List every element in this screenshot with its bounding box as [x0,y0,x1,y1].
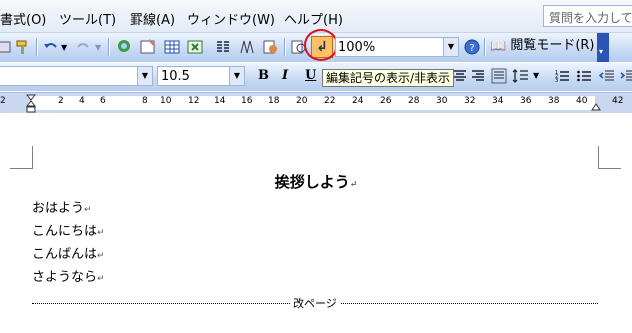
bold-button[interactable]: B [258,68,269,83]
ruler-number: 38 [548,96,560,106]
ruler-number: 2 [58,96,64,106]
hyperlink-icon[interactable] [116,38,134,56]
print-preview-icon[interactable] [0,38,14,56]
menu-tools[interactable]: ツール(T) [59,9,116,28]
undo-dropdown-arrow-icon[interactable]: ▼ [61,43,67,52]
document-line: こんにちは↵ [32,220,105,239]
document-line-text: こんにちは [32,224,98,239]
font-size-value: 10.5 [161,69,190,84]
highlight-circle [304,29,338,61]
menu-window[interactable]: ウィンドウ(W) [187,9,275,28]
ruler-number: 16 [241,96,253,106]
ruler-number: 22 [324,96,336,106]
ruler-number: 4 [79,96,85,106]
drawing-icon[interactable] [238,38,256,56]
ruler-number: 32 [464,96,476,106]
help-icon[interactable]: ? [463,38,481,56]
document-title-text: 挨拶しよう [274,173,350,191]
italic-button[interactable]: I [282,68,288,83]
separator [108,38,110,56]
undo-icon[interactable] [42,38,60,56]
paragraph-mark: ↵ [97,228,105,238]
ruler-text-area [31,96,595,110]
align-center-icon[interactable] [452,68,468,84]
document-map-icon[interactable] [261,38,279,56]
document-line: おはよう↵ [32,197,92,216]
separator [484,38,486,56]
ruler-number: 20 [296,96,308,106]
indent-marker-icon[interactable] [26,94,36,113]
ruler-number: 26 [380,96,392,106]
crop-mark-right [598,146,621,169]
zoom-value: 100% [338,40,376,55]
ruler-number: 6 [100,96,106,106]
format-painter-icon[interactable] [14,38,32,56]
paragraph-mark: ↵ [84,205,92,215]
chevron-down-icon[interactable]: ▼ [137,67,152,85]
font-name-select[interactable]: ▼ [0,66,153,86]
document-title: 挨拶しよう↵ [0,171,632,192]
line-spacing-icon[interactable] [512,68,530,84]
paragraph-mark: ↵ [97,274,105,284]
redo-icon[interactable] [74,38,92,56]
ruler-number: 8 [142,96,148,106]
ruler-number: 40 [576,96,588,106]
paragraph-mark: ↵ [349,180,358,190]
chevron-down-icon: ▾ [599,47,604,56]
justify-icon[interactable] [491,68,507,84]
align-right-icon[interactable] [470,68,486,84]
horizontal-ruler[interactable]: 2 2 4 6 8 10 12 14 16 18 20 22 24 26 28 … [0,92,632,114]
document-line: さようなら↵ [32,266,105,285]
redo-dropdown-arrow-icon[interactable]: ▼ [95,43,101,52]
book-icon: 📖 [490,39,507,54]
ruler-number: 12 [188,96,200,106]
chevron-down-icon[interactable]: ▼ [443,38,458,56]
font-size-select[interactable]: 10.5 ▼ [157,66,245,86]
ruler-number: 34 [492,96,504,106]
tables-borders-icon[interactable] [139,38,157,56]
bullets-icon[interactable] [576,68,592,84]
ruler-number: 28 [408,96,420,106]
page-break-label: 改ページ [290,295,340,311]
right-indent-marker-icon[interactable] [591,101,601,111]
ruler-number: 30 [436,96,448,106]
ruler-number: 18 [268,96,280,106]
chevron-down-icon[interactable]: ▼ [229,67,244,85]
ruler-number: 14 [214,96,226,106]
toolbar-options-button[interactable]: ▾ [597,33,609,62]
separator [36,38,38,56]
ruler-number: 10 [160,96,172,106]
underline-button[interactable]: U [305,68,316,83]
ruler-number: 36 [520,96,532,106]
crop-mark-left [10,146,33,169]
numbering-icon[interactable]: 123 [554,68,570,84]
line-spacing-dropdown-icon[interactable]: ▼ [533,71,539,80]
menu-table[interactable]: 罫線(A) [130,9,175,28]
insert-excel-icon[interactable] [186,38,204,56]
zoom-select[interactable]: 100% ▼ [335,37,459,57]
paragraph-mark: ↵ [97,251,105,261]
svg-text:?: ? [469,43,474,54]
reading-mode-label: 閲覧モード(R) [510,38,595,53]
ruler-number: 42 [612,96,624,106]
insert-table-icon[interactable] [163,38,181,56]
document-line-text: こんばんは [32,247,98,262]
help-search-input[interactable]: 質問を入力して [543,5,632,27]
increase-indent-icon[interactable] [620,68,632,84]
svg-text:3: 3 [555,78,558,84]
separator [284,38,286,56]
document-line-text: おはよう [32,201,85,216]
reading-mode-button[interactable]: 📖 閲覧モード(R) [490,35,595,57]
menu-help[interactable]: ヘルプ(H) [284,9,343,28]
columns-icon[interactable] [214,38,232,56]
ruler-number: 2 [0,96,6,106]
document-line-text: さようなら [32,270,98,285]
tooltip: 編集記号の表示/非表示 [322,69,455,87]
menu-bar: 書式(O) ツール(T) 罫線(A) ウィンドウ(W) ヘルプ(H) 質問を入力… [0,0,632,33]
menu-format[interactable]: 書式(O) [0,9,46,28]
ruler-number: 24 [352,96,364,106]
document-line: こんばんは↵ [32,243,105,262]
decrease-indent-icon[interactable] [599,68,615,84]
